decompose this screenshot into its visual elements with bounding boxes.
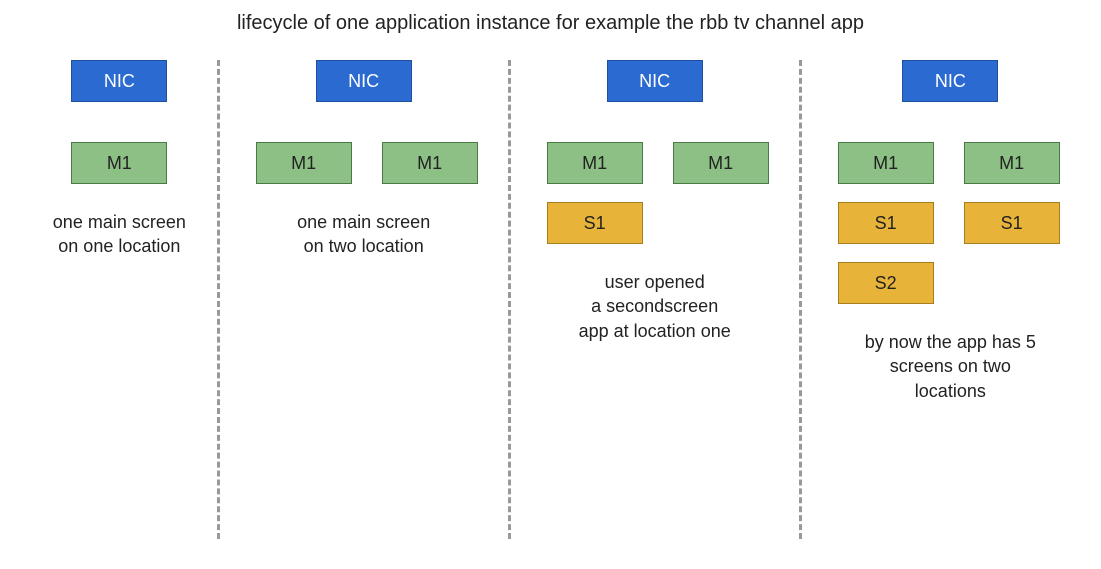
- m1-row: M1: [40, 142, 199, 184]
- divider-1: [217, 60, 220, 539]
- s1-box: S1: [547, 202, 643, 244]
- m1-box: M1: [838, 142, 934, 184]
- s2-box: S2: [838, 262, 934, 304]
- nic-row: NIC: [238, 60, 490, 102]
- nic-row: NIC: [820, 60, 1081, 102]
- m1-box: M1: [547, 142, 643, 184]
- panel-1: NIC M1 one main screen on one location: [40, 60, 199, 539]
- panel-3: NIC M1 M1 S1 user opened a secondscreen …: [529, 60, 781, 539]
- diagram-title: lifecycle of one application instance fo…: [0, 12, 1101, 35]
- m1-row: M1 M1: [238, 142, 490, 184]
- nic-box: NIC: [316, 60, 412, 102]
- caption-p2: one main screen on two location: [297, 210, 430, 259]
- panel-4: NIC M1 M1 S1 S1 S2 by now the app has 5 …: [820, 60, 1081, 539]
- nic-row: NIC: [40, 60, 199, 102]
- divider-2: [508, 60, 511, 539]
- panels-container: NIC M1 one main screen on one location N…: [40, 60, 1081, 539]
- m1-box: M1: [964, 142, 1060, 184]
- caption-p3: user opened a secondscreen app at locati…: [579, 270, 731, 343]
- nic-box: NIC: [71, 60, 167, 102]
- caption-p4: by now the app has 5 screens on two loca…: [865, 330, 1036, 403]
- panel-2: NIC M1 M1 one main screen on two locatio…: [238, 60, 490, 539]
- m1-box: M1: [382, 142, 478, 184]
- s1-box: S1: [964, 202, 1060, 244]
- nic-row: NIC: [529, 60, 781, 102]
- m1-row: M1 M1: [529, 142, 781, 184]
- caption-p1: one main screen on one location: [53, 210, 186, 259]
- s1-box: S1: [838, 202, 934, 244]
- s1-row: S1 S1: [820, 202, 1081, 244]
- divider-3: [799, 60, 802, 539]
- m1-box: M1: [673, 142, 769, 184]
- m1-row: M1 M1: [820, 142, 1081, 184]
- nic-box: NIC: [607, 60, 703, 102]
- nic-box: NIC: [902, 60, 998, 102]
- s2-row: S2: [820, 262, 1081, 304]
- m1-box: M1: [71, 142, 167, 184]
- m1-box: M1: [256, 142, 352, 184]
- s1-row: S1: [529, 202, 781, 244]
